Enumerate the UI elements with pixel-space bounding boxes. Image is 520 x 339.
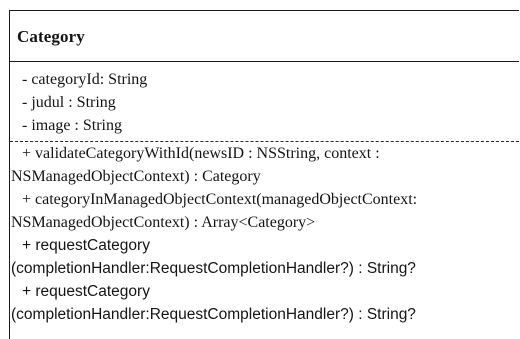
- attribute-judul: - judul : String: [22, 94, 116, 111]
- method-request-category-1-line1: + requestCategory: [22, 237, 150, 254]
- method-validate-category-line2: NSManagedObjectContext) : Category: [11, 168, 261, 185]
- attribute-category-id: - categoryId: String: [22, 71, 148, 88]
- attributes-section: - categoryId: String - judul : String - …: [10, 62, 519, 142]
- method-validate-category-line1: + validateCategoryWithId(newsID : NSStri…: [22, 145, 380, 162]
- uml-class-box: Category - categoryId: String - judul : …: [9, 10, 519, 339]
- method-request-category-2-line1: + requestCategory: [22, 283, 150, 300]
- method-category-in-context-line2: NSManagedObjectContext) : Array<Category…: [11, 214, 316, 231]
- method-request-category-2-line2: (completionHandler:RequestCompletionHand…: [11, 306, 416, 323]
- method-category-in-context-line1: + categoryInManagedObjectContext(managed…: [22, 191, 418, 208]
- class-name: Category: [17, 27, 85, 46]
- attribute-image: - image : String: [22, 117, 122, 134]
- class-header: Category: [10, 11, 519, 62]
- method-request-category-1-line2: (completionHandler:RequestCompletionHand…: [11, 260, 416, 277]
